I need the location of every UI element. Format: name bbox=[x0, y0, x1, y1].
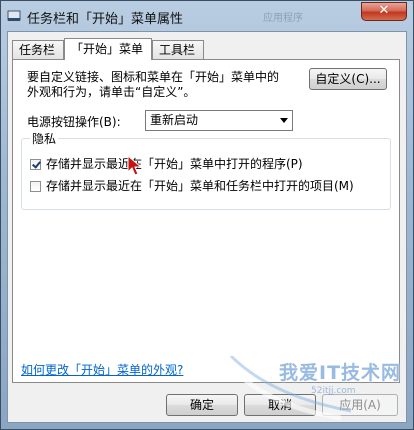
checkbox-recent-items[interactable]: 存储并显示最近在「开始」菜单和任务栏中打开的项目(M) bbox=[30, 177, 354, 194]
customize-description: 要自定义链接、图标和菜单在「开始」菜单中的 外观和行为，请单击“自定义”。 bbox=[27, 70, 297, 100]
checkbox-label: 存储并显示最近在「开始」菜单中打开的程序(P) bbox=[46, 157, 303, 171]
window: 任务栏和「开始」菜单属性 应用程序设置 ✕ 任务栏 「开始」菜单 工具栏 要自定… bbox=[0, 0, 414, 430]
tab-toolbars[interactable]: 工具栏 bbox=[152, 40, 204, 59]
chevron-down-icon bbox=[280, 118, 288, 123]
ok-button[interactable]: 确定 bbox=[166, 394, 238, 416]
checkbox-checked-icon[interactable] bbox=[30, 159, 41, 170]
power-button-label: 电源按钮操作(B): bbox=[27, 115, 121, 129]
checkbox-unchecked-icon[interactable] bbox=[30, 181, 41, 192]
app-icon bbox=[7, 10, 21, 21]
tab-label: 任务栏 bbox=[19, 43, 56, 57]
cancel-button[interactable]: 取消 bbox=[244, 394, 316, 416]
checkbox-label: 存储并显示最近在「开始」菜单和任务栏中打开的项目(M) bbox=[46, 179, 354, 193]
customize-button[interactable]: 自定义(C)... bbox=[309, 68, 387, 90]
close-icon: ✕ bbox=[378, 3, 390, 18]
background-window-text: 应用程序设置 bbox=[263, 13, 303, 23]
tab-taskbar[interactable]: 任务栏 bbox=[12, 40, 64, 59]
privacy-group: 隐私 存储并显示最近在「开始」菜单中打开的程序(P) 存储并显示最近在「开始」菜… bbox=[21, 130, 391, 210]
power-button-select[interactable]: 重新启动 bbox=[145, 110, 293, 131]
tab-label: 「开始」菜单 bbox=[71, 42, 144, 56]
title-bar[interactable]: 任务栏和「开始」菜单属性 应用程序设置 ✕ bbox=[1, 1, 413, 31]
tab-panel-start-menu: 要自定义链接、图标和菜单在「开始」菜单中的 外观和行为，请单击“自定义”。 自定… bbox=[12, 59, 400, 383]
description-line: 外观和行为，请单击“自定义”。 bbox=[27, 85, 196, 99]
mouse-cursor-icon bbox=[127, 155, 143, 176]
privacy-group-title: 隐私 bbox=[30, 130, 59, 147]
help-link[interactable]: 如何更改「开始」菜单的外观? bbox=[21, 361, 183, 378]
apply-button[interactable]: 应用(A) bbox=[322, 394, 398, 416]
dialog-client: 任务栏 「开始」菜单 工具栏 要自定义链接、图标和菜单在「开始」菜单中的 外观和… bbox=[7, 31, 407, 423]
tab-label: 工具栏 bbox=[159, 43, 196, 57]
window-title: 任务栏和「开始」菜单属性 bbox=[27, 12, 184, 27]
description-line: 要自定义链接、图标和菜单在「开始」菜单中的 bbox=[27, 70, 280, 84]
power-button-value: 重新启动 bbox=[150, 113, 199, 127]
close-button[interactable]: ✕ bbox=[361, 2, 407, 21]
tab-start-menu[interactable]: 「开始」菜单 bbox=[64, 38, 152, 60]
checkbox-recent-programs[interactable]: 存储并显示最近在「开始」菜单中打开的程序(P) bbox=[30, 155, 303, 172]
